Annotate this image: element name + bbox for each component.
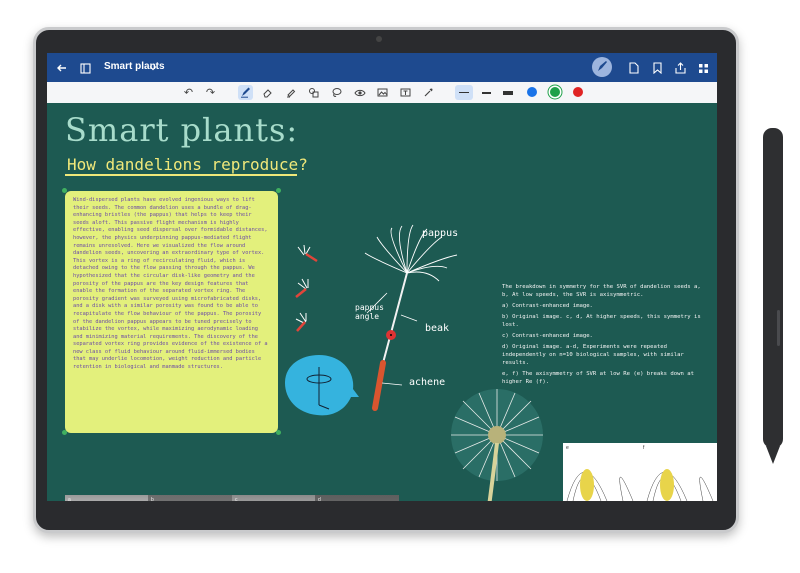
stylus-pen [763,128,783,464]
panel-label: c [235,497,238,501]
title-bar: Smart plants [47,53,717,82]
caption-intro: The breakdown in symmetry for the SVR of… [502,284,701,298]
selection-handle[interactable] [62,188,67,193]
app-screen: Smart plants ↶ ↷ Smart plants: How dande… [47,53,717,501]
caption-item: a) Contrast-enhanced image. [502,303,593,309]
pen-tool-icon[interactable] [238,85,253,100]
laser-icon[interactable] [421,85,436,100]
notebook-canvas[interactable]: Smart plants: How dandelions reproduce? … [47,103,717,501]
panel-label: b [151,497,154,501]
sidebar-icon[interactable] [76,59,94,77]
chevron-down-icon[interactable] [148,59,158,77]
pen-icon[interactable] [592,57,612,77]
thin-line-option[interactable] [455,85,473,100]
caption-item: b) Original image. c, d, At higher speed… [502,314,701,328]
textbox-icon[interactable] [398,85,413,100]
selection-handle[interactable] [62,430,67,435]
thick-line-option[interactable] [503,91,513,95]
label-pappus: pappus [422,228,459,239]
flow-field-drawing [566,469,714,501]
shapes-icon[interactable] [306,85,321,100]
vortex-diagram [285,355,359,416]
label-pappus-angle: pappus angle [355,303,384,321]
color-swatch-red[interactable] [573,87,583,97]
selection-handle[interactable] [276,188,281,193]
color-swatch-blue[interactable] [527,87,537,97]
selection-handle[interactable] [276,430,281,435]
share-icon[interactable] [671,59,689,77]
eraser-icon[interactable] [260,85,275,100]
dandelion-photo [451,389,543,501]
visibility-icon[interactable] [352,85,367,100]
more-icon[interactable] [694,59,712,77]
figure-panel-c: c [232,495,315,501]
medium-line-option[interactable] [482,92,491,94]
panel-label: a [68,497,71,501]
back-arrow-icon[interactable] [53,59,71,77]
undo-icon[interactable]: ↶ [181,85,196,100]
drawing-toolbar: ↶ ↷ [47,82,717,104]
camera [376,36,382,42]
label-beak: beak [425,323,450,334]
figure-panel-ef: e f [563,443,717,501]
page-heading: Smart plants: [65,111,299,149]
page-subheading: How dandelions reproduce? [67,155,308,174]
redo-icon[interactable]: ↷ [203,85,218,100]
figure-panel-b: b [148,495,232,501]
figure-panel-a: a [65,495,148,501]
caption-item: c) Contrast-enhanced image. [502,333,593,339]
caption-item: d) Original image. a-d, Experiments were… [502,344,684,366]
lasso-icon[interactable] [329,85,344,100]
seed-sketches [295,244,318,332]
selected-text-note[interactable]: Wind-dispersed plants have evolved ingen… [65,191,278,433]
bookmark-icon[interactable] [648,59,666,77]
figure-panel-d: d [315,495,399,501]
highlighter-icon[interactable] [283,85,298,100]
image-icon[interactable] [375,85,390,100]
subheading-underline [65,174,297,176]
panel-label: d [318,497,321,501]
figure-caption: The breakdown in symmetry for the SVR of… [502,283,707,389]
file-icon[interactable] [625,59,643,77]
color-swatch-green[interactable] [550,87,560,97]
